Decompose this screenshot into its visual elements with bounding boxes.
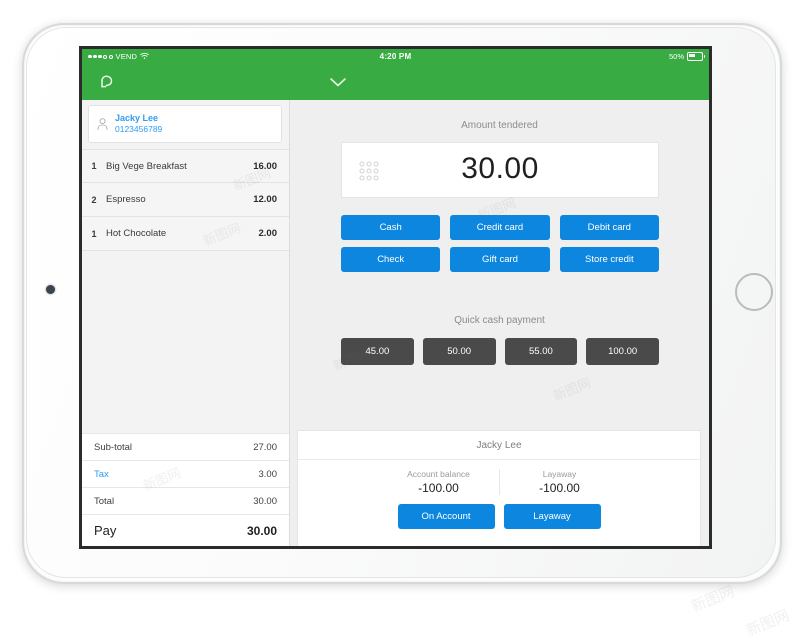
payment-method-credit-card[interactable]: Credit card [450, 215, 550, 240]
tablet-screen: VEND 4:20 PM 50% Jacky Lee 0123456789 1 … [79, 46, 712, 549]
cart-panel: Jacky Lee 0123456789 1 Big Vege Breakfas… [82, 100, 290, 546]
battery-percent-label: 50% [668, 52, 684, 61]
total-label: Total [94, 495, 115, 507]
cart-totals: Sub-total 27.00 Tax 3.00 Total 30.00 Pay… [82, 433, 289, 546]
payment-method-cash[interactable]: Cash [341, 215, 441, 240]
total-value: 30.00 [253, 495, 277, 507]
account-balance-value: -100.00 [418, 481, 459, 495]
payment-method-grid: Cash Credit card Debit card Check Gift c… [341, 215, 659, 272]
customer-phone: 0123456789 [115, 124, 163, 135]
table-row[interactable]: 1 Hot Chocolate 2.00 [82, 217, 289, 251]
payment-method-check[interactable]: Check [341, 247, 441, 272]
quick-cash-button[interactable]: 55.00 [504, 338, 578, 365]
pay-value: 30.00 [246, 523, 277, 538]
item-quantity: 2 [91, 194, 97, 205]
account-customer-name: Jacky Lee [298, 431, 700, 460]
quick-cash-grid: 45.00 50.00 55.00 100.00 [341, 338, 659, 365]
item-quantity: 1 [91, 228, 97, 239]
total-row: Total 30.00 [82, 487, 289, 514]
tax-value: 3.00 [258, 468, 278, 480]
subtotal-row: Sub-total 27.00 [82, 433, 289, 460]
item-price: 12.00 [253, 194, 277, 205]
table-row[interactable]: 2 Espresso 12.00 [82, 183, 289, 217]
layaway-stat: Layaway -100.00 [498, 469, 620, 495]
person-icon [89, 117, 115, 131]
battery-icon [687, 52, 705, 61]
account-actions: On Account Layaway [298, 504, 700, 529]
layaway-label: Layaway [542, 469, 577, 479]
customer-account-card: Jacky Lee Account balance -100.00 Layawa… [297, 430, 701, 546]
quick-cash-button[interactable]: 100.00 [586, 338, 659, 365]
payment-method-debit-card[interactable]: Debit card [559, 215, 659, 240]
tax-label[interactable]: Tax [82, 469, 259, 480]
account-balance-stat: Account balance -100.00 [379, 469, 499, 495]
app-viewport: VEND 4:20 PM 50% Jacky Lee 0123456789 1 … [82, 49, 709, 546]
status-bar-time: 4:20 PM [379, 52, 412, 61]
on-account-button[interactable]: On Account [397, 504, 495, 529]
quick-cash-button[interactable]: 50.00 [422, 338, 496, 365]
amount-tendered-input[interactable]: 30.00 [341, 142, 659, 198]
item-name: Big Vege Breakfast [106, 160, 187, 172]
front-camera-icon [46, 285, 55, 294]
ios-status-bar: VEND 4:20 PM 50% [82, 49, 709, 64]
item-price: 2.00 [258, 228, 278, 239]
account-stats: Account balance -100.00 Layaway -100.00 [298, 469, 700, 495]
undo-back-icon[interactable] [96, 71, 120, 95]
app-navbar [82, 64, 709, 100]
customer-name: Jacky Lee [115, 113, 159, 124]
amount-tendered-value: 30.00 [461, 152, 539, 185]
home-button[interactable] [735, 273, 773, 311]
screenshot-root: VEND 4:20 PM 50% Jacky Lee 0123456789 1 … [0, 0, 800, 644]
quick-cash-button[interactable]: 45.00 [341, 338, 414, 365]
payment-method-store-credit[interactable]: Store credit [559, 247, 659, 272]
item-name: Espresso [106, 194, 146, 205]
subtotal-value: 27.00 [253, 441, 277, 453]
layaway-value: -100.00 [539, 481, 580, 495]
item-price: 16.00 [253, 160, 277, 172]
status-bar-right: 50% [668, 49, 705, 64]
table-row[interactable]: 1 Big Vege Breakfast 16.00 [82, 149, 289, 183]
pay-label: Pay [94, 523, 117, 538]
watermark: 新图网 [688, 583, 737, 616]
amount-tendered-label: Amount tendered [461, 120, 538, 131]
tax-row[interactable]: Tax 3.00 [82, 460, 289, 487]
chevron-down-icon[interactable] [327, 73, 349, 91]
watermark: 新图网 [743, 607, 792, 640]
payment-panel: Amount tendered 30.00 Cash Credit card D… [290, 100, 709, 546]
account-balance-label: Account balance [407, 469, 470, 479]
cart-items-list: 1 Big Vege Breakfast 16.00 2 Espresso 12… [82, 149, 289, 251]
layaway-button[interactable]: Layaway [503, 504, 601, 529]
subtotal-label: Sub-total [94, 441, 133, 453]
quick-cash-label: Quick cash payment [454, 315, 545, 326]
customer-card[interactable]: Jacky Lee 0123456789 [88, 105, 282, 143]
pay-row[interactable]: Pay 30.00 [82, 514, 289, 546]
payment-method-gift-card[interactable]: Gift card [450, 247, 550, 272]
item-name: Hot Chocolate [106, 228, 167, 239]
item-quantity: 1 [91, 161, 97, 171]
